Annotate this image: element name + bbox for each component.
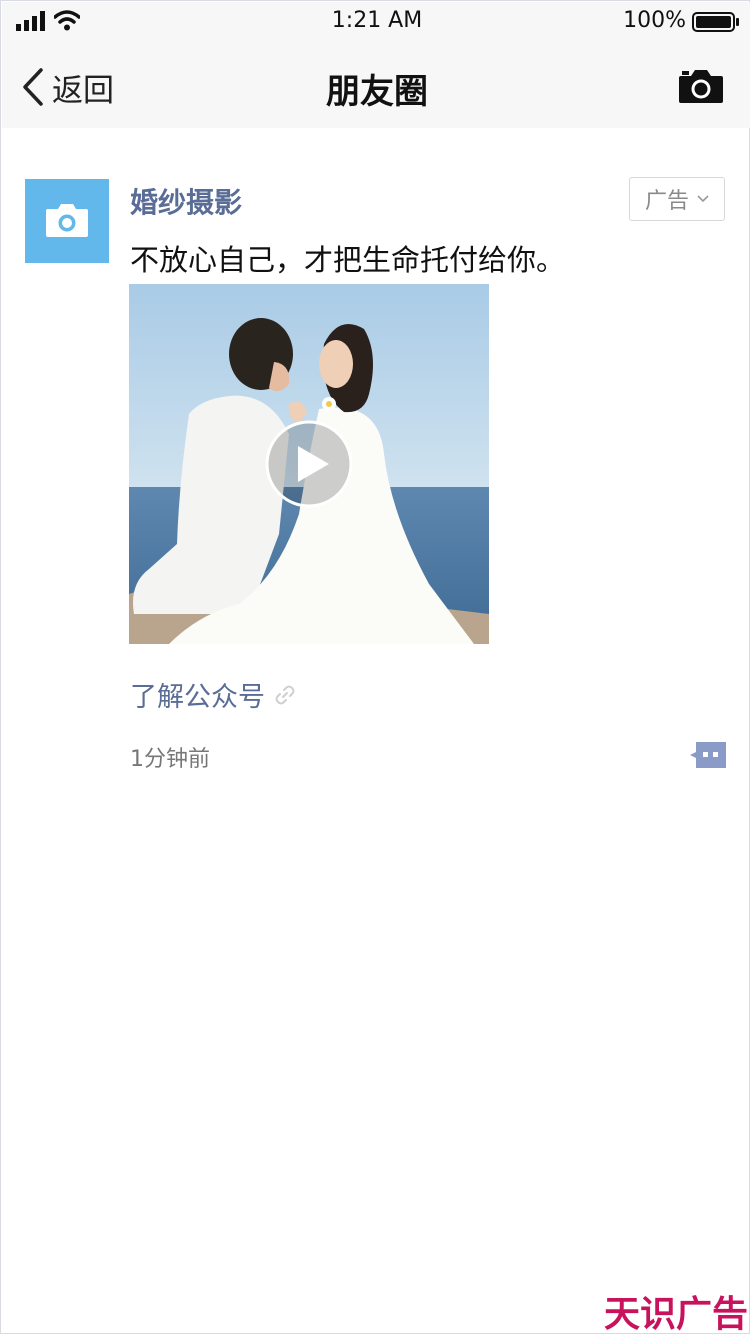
- official-account-link[interactable]: 了解公众号: [130, 675, 297, 714]
- chevron-down-icon: [697, 195, 709, 203]
- play-icon[interactable]: [265, 420, 353, 508]
- comment-icon[interactable]: [689, 741, 727, 769]
- top-bar: 1:21 AM 100% 返回 朋友圈: [2, 2, 750, 128]
- watermark-logo: 天识广告: [604, 1294, 748, 1332]
- avatar[interactable]: [25, 179, 109, 263]
- link-icon: [275, 685, 295, 704]
- page-title: 朋友圈: [326, 72, 428, 112]
- author-name[interactable]: 婚纱摄影: [130, 181, 242, 221]
- post-text: 不放心自己，才把生命托付给你。: [130, 243, 566, 277]
- link-label: 了解公众号: [130, 682, 265, 713]
- battery-percentage: 100%: [623, 8, 686, 33]
- post-timestamp: 1分钟前: [130, 747, 210, 772]
- avatar-camera-icon: [46, 204, 88, 237]
- battery-icon: [692, 12, 739, 32]
- video-thumbnail[interactable]: [129, 284, 489, 644]
- camera-icon[interactable]: [678, 68, 724, 104]
- watermark-text: 天识广告: [604, 1294, 748, 1332]
- ad-tag-label: 广告: [644, 189, 689, 214]
- phone-screen: 1:21 AM 100% 返回 朋友圈 婚纱摄影 广告 不放心自己，才把生命托付…: [0, 0, 750, 1334]
- ad-tag-button[interactable]: 广告: [629, 177, 725, 221]
